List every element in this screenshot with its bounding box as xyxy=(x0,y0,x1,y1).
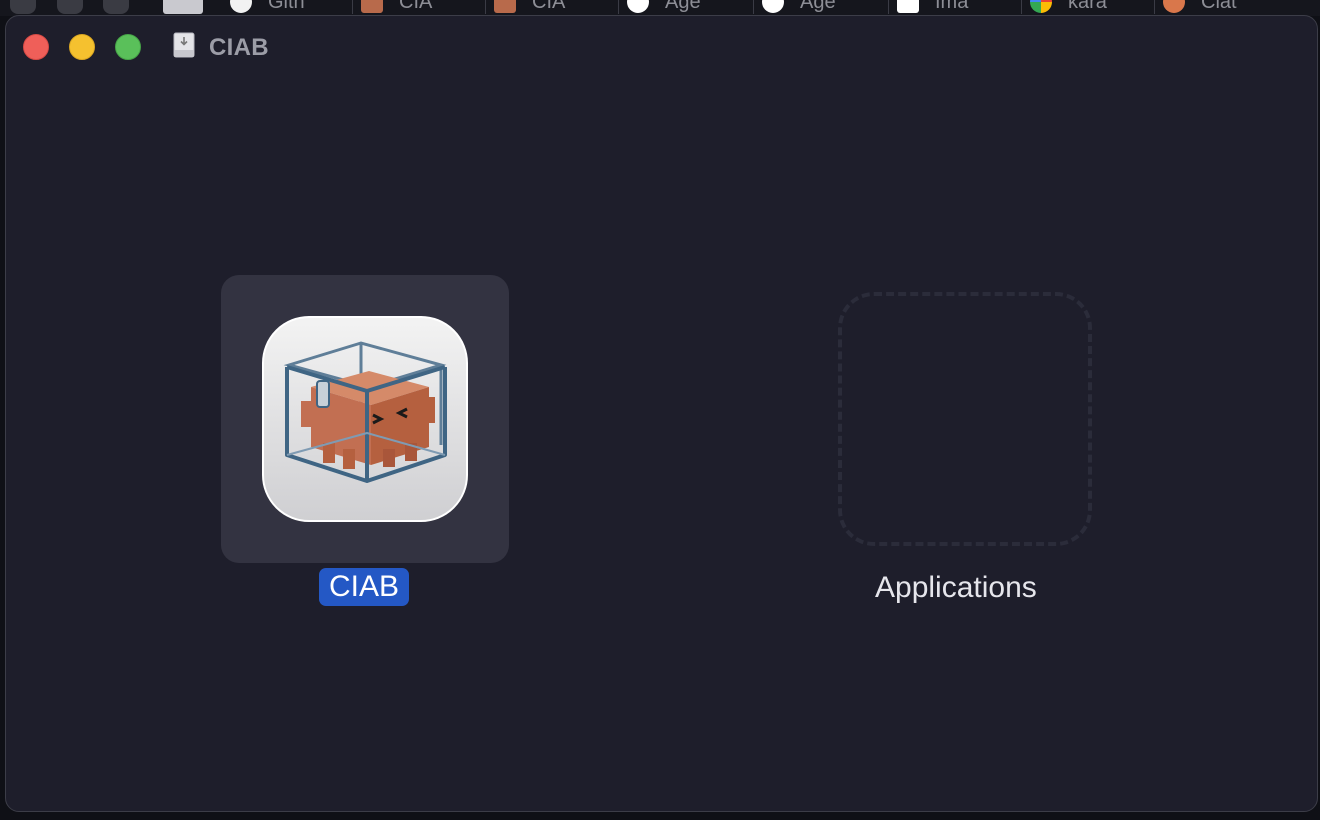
browser-nav-button[interactable] xyxy=(57,0,83,14)
app-item-ciab-label[interactable]: CIAB xyxy=(319,568,410,606)
app-item-ciab[interactable] xyxy=(221,275,509,563)
browser-tab[interactable]: CIA xyxy=(486,0,619,14)
ciab-app-icon[interactable] xyxy=(261,315,469,523)
browser-tab[interactable]: CIA xyxy=(353,0,486,14)
browser-tab[interactable]: Age xyxy=(619,0,754,14)
browser-tab[interactable]: Age xyxy=(754,0,889,14)
background-browser-tabstrip: Gith CIA CIA Age Age Ima kara Clat xyxy=(0,0,1320,16)
browser-tab-label: Age xyxy=(665,0,701,13)
zoom-button[interactable] xyxy=(115,34,141,60)
github-icon xyxy=(230,0,252,13)
ciab-favicon-icon xyxy=(494,0,516,13)
browser-tab-label: CIA xyxy=(399,0,433,13)
browser-tab-label: Clat xyxy=(1201,0,1237,13)
browser-tab-label: Gith xyxy=(268,0,305,13)
applications-folder-placeholder-icon[interactable] xyxy=(838,292,1092,546)
browser-tab[interactable]: kara xyxy=(1022,0,1155,14)
browser-tab-label: CIA xyxy=(532,0,566,13)
google-icon xyxy=(1030,0,1052,13)
minimize-button[interactable] xyxy=(69,34,95,60)
browser-nav-button[interactable] xyxy=(10,0,36,14)
close-button[interactable] xyxy=(23,34,49,60)
image-favicon-icon xyxy=(897,0,919,13)
browser-tab-thumbnail[interactable] xyxy=(163,0,203,14)
browser-nav-button[interactable] xyxy=(103,0,129,14)
browser-tab-label: Ima xyxy=(935,0,969,13)
browser-tab-label: Age xyxy=(800,0,836,13)
browser-tab[interactable]: Ima xyxy=(889,0,1022,14)
ciab-favicon-icon xyxy=(361,0,383,13)
browser-tab[interactable]: Clat xyxy=(1155,0,1305,14)
claude-sunburst-icon xyxy=(1163,0,1185,13)
triangle-logo-icon xyxy=(627,0,649,13)
browser-tab-label: kara xyxy=(1068,0,1107,13)
triangle-logo-icon xyxy=(762,0,784,13)
window-title: CIAB xyxy=(209,34,269,61)
browser-tab[interactable]: Gith xyxy=(222,0,353,14)
applications-alias-label[interactable]: Applications xyxy=(875,569,1037,607)
dmg-finder-window: CIAB CIAB Applications xyxy=(5,15,1318,812)
disk-image-icon[interactable] xyxy=(173,32,195,58)
window-titlebar[interactable]: CIAB xyxy=(6,16,1317,76)
